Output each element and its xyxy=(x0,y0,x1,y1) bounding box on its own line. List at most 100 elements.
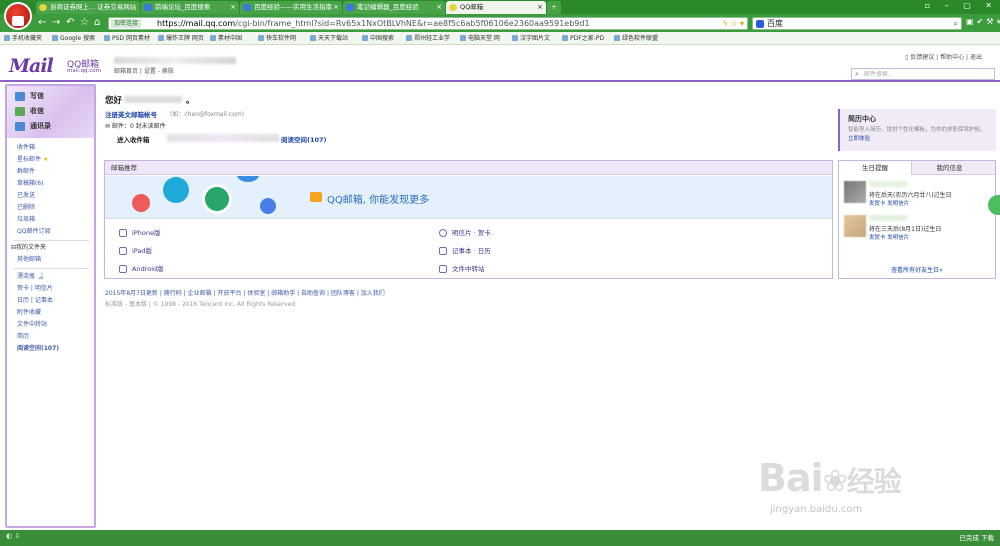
tab-my-info[interactable]: 我的信息 xyxy=(913,161,986,175)
browser-tab-active[interactable]: QQ邮箱 × xyxy=(446,1,546,14)
mail-search-input[interactable]: ⌕ 邮件搜索... xyxy=(851,68,995,80)
greeting-card-link[interactable]: 贺卡 xyxy=(17,285,29,292)
drift-bottle-link[interactable]: 漂流瓶 🍶 xyxy=(17,272,44,282)
status-left-icons[interactable]: ◐ ⇩ xyxy=(6,532,20,540)
tab-close-icon[interactable]: × xyxy=(436,1,442,14)
notepad-calendar-link[interactable]: 记事本 · 日历 xyxy=(439,246,491,256)
tab-close-icon[interactable]: × xyxy=(333,1,339,14)
address-bar[interactable]: 加密连接 https://mail.qq.com/cgi-bin/frame_h… xyxy=(108,17,748,30)
tab-close-icon[interactable]: × xyxy=(537,1,543,14)
mail-home-link[interactable]: 邮箱首页 xyxy=(114,68,138,75)
calendar-link[interactable]: 日历 xyxy=(17,297,29,304)
file-transfer-station-link[interactable]: 文件中转站 xyxy=(439,264,485,274)
folder-spam[interactable]: 垃圾箱 xyxy=(17,215,35,225)
browser-logo-icon[interactable] xyxy=(4,2,32,30)
star-icon: ★ xyxy=(42,156,49,163)
enter-inbox-link[interactable]: 进入收件箱 xyxy=(117,134,150,144)
bookmark-item[interactable]: 汉字图片文 xyxy=(512,32,550,45)
logout-link[interactable]: 退出 xyxy=(970,54,982,61)
mobile-icon[interactable]: ▯ xyxy=(905,54,908,61)
bookmark-item[interactable]: 中国搜索 xyxy=(362,32,394,45)
toolbar-extension-icons[interactable]: ▣✔⚒≡ xyxy=(966,17,1000,26)
back-icon[interactable]: ← xyxy=(38,17,46,29)
bookmark-item[interactable]: PSD 网页素材 xyxy=(104,32,150,45)
bookmark-item[interactable]: PDF之家-PD xyxy=(562,32,604,45)
undo-icon[interactable]: ↶ xyxy=(66,17,74,29)
search-icon[interactable]: ⌕ xyxy=(954,18,958,30)
footer-link[interactable]: 企业邮箱 xyxy=(188,290,212,297)
browser-tab[interactable]: 百度经验——实用生活指南 × xyxy=(240,1,342,14)
resume-link[interactable]: 简历 xyxy=(17,332,29,342)
bookmark-item[interactable]: 手机收藏夹 xyxy=(4,32,42,45)
reading-space-link-main[interactable]: 阅读空间(107) xyxy=(281,134,327,144)
qqmail-logo[interactable]: Mail xyxy=(9,55,54,77)
change-skin-link[interactable]: 换肤 xyxy=(162,68,174,75)
register-english-account-link[interactable]: 注册英文邮箱帐号 xyxy=(105,109,157,119)
bookmark-item[interactable]: 郑州轻工业学 xyxy=(406,32,450,45)
folder-sent[interactable]: 已发送 xyxy=(17,191,35,201)
ipad-version-link[interactable]: iPad版 xyxy=(119,246,152,256)
favorite-star-icon[interactable]: ☆ xyxy=(80,17,89,29)
bookmark-item[interactable]: Google 搜索 xyxy=(52,32,95,45)
bookmark-item[interactable]: 快车软件网 xyxy=(258,32,296,45)
bookmark-item[interactable]: 绿色软件联盟 xyxy=(614,32,658,45)
footer-link[interactable]: 自助查询 xyxy=(301,290,325,297)
folder-drafts[interactable]: 草稿箱(6) xyxy=(17,179,44,189)
other-mailboxes[interactable]: 其他邮箱 xyxy=(17,255,41,265)
bookmark-item[interactable]: 爆炸王牌 网页 xyxy=(158,32,204,45)
folder-deleted[interactable]: 已删除 xyxy=(17,203,35,213)
recommend-header: 邮箱推荐 xyxy=(105,161,832,175)
send-card-link[interactable]: 发贺卡 xyxy=(869,201,886,207)
iphone-version-link[interactable]: iPhone版 xyxy=(119,228,160,238)
send-postcard-link[interactable]: 发明信片 xyxy=(887,235,909,241)
all-birthdays-link[interactable]: 查看所有好友生日» xyxy=(839,265,995,274)
compose-button[interactable]: 写信 xyxy=(15,91,44,102)
contacts-button[interactable]: 通讯录 xyxy=(15,121,51,132)
window-controls[interactable]: ▫ – ▢ ✕ xyxy=(925,1,998,10)
send-card-link[interactable]: 发贺卡 xyxy=(869,235,886,241)
bookmark-item[interactable]: 电脑天堂 网 xyxy=(460,32,500,45)
tab-birthday-reminder[interactable]: 生日提醒 xyxy=(839,161,912,175)
browser-tab[interactable]: 浙商证券网上... 证券交易网站 xyxy=(36,1,140,14)
folder-inbox[interactable]: 收件箱 xyxy=(17,143,35,153)
attachments-link[interactable]: 附件收藏 xyxy=(17,308,41,318)
feedback-link[interactable]: 反馈建议 xyxy=(910,54,934,61)
new-tab-button[interactable]: + xyxy=(547,1,561,14)
folder-subscriptions[interactable]: QQ邮件订阅 xyxy=(17,227,50,237)
postcard-greeting-link[interactable]: 明信片 · 贺卡 xyxy=(439,228,491,238)
footer-link[interactable]: 邮箱助手 xyxy=(271,290,295,297)
folder-starred[interactable]: 星标邮件 ★ xyxy=(17,155,48,165)
avatar[interactable] xyxy=(844,215,866,237)
footer-link[interactable]: 团队博客 xyxy=(331,290,355,297)
try-now-link[interactable]: 立即体验 xyxy=(848,136,870,142)
footer-link[interactable]: 2015年8月7日更新 xyxy=(105,290,158,297)
notepad-link[interactable]: 记事本 xyxy=(35,297,53,304)
reading-space-link[interactable]: 阅读空间(107) xyxy=(17,344,59,354)
my-folders-toggle[interactable]: ⊟我的文件夹 xyxy=(11,243,46,253)
avatar[interactable] xyxy=(844,181,866,203)
receive-button[interactable]: 收信 xyxy=(15,106,44,117)
bookmark-item[interactable]: 天天下载站 xyxy=(310,32,348,45)
bookmark-item[interactable]: 素材中国 xyxy=(210,32,242,45)
search-icon[interactable]: ⌕ xyxy=(855,69,859,80)
help-link[interactable]: 帮助中心 xyxy=(940,54,964,61)
footer-link[interactable]: 加入我们 xyxy=(361,290,385,297)
footer-link[interactable]: 随行码 xyxy=(164,290,182,297)
folder-group[interactable]: 群邮件 xyxy=(17,167,35,177)
browser-tab[interactable]: 笔记编辑器_百度经验 × xyxy=(343,1,445,14)
settings-link[interactable]: 设置 xyxy=(144,68,156,75)
browser-tab[interactable]: 前端论坛_百度搜索 × xyxy=(141,1,239,14)
postcard-link[interactable]: 明信片 xyxy=(35,285,53,292)
home-icon[interactable]: ⌂ xyxy=(94,17,100,29)
tab-close-icon[interactable]: × xyxy=(230,1,236,14)
file-transfer-link[interactable]: 文件中转站 xyxy=(17,320,47,330)
footer-link[interactable]: 开放平台 xyxy=(217,290,241,297)
android-version-link[interactable]: Android版 xyxy=(119,264,164,274)
forward-icon[interactable]: → xyxy=(52,17,60,29)
send-postcard-link[interactable]: 发明信片 xyxy=(887,201,909,207)
recommend-banner[interactable]: QQ邮箱, 你能发现更多 xyxy=(105,176,832,219)
browser-search-box[interactable]: 百度 ⌕ xyxy=(752,17,962,30)
lightning-icon[interactable]: ϟ ☆ ▾ xyxy=(722,18,744,30)
footer-link[interactable]: 体验室 xyxy=(247,290,265,297)
url-text[interactable]: https://mail.qq.com/cgi-bin/frame_html?s… xyxy=(157,18,590,30)
